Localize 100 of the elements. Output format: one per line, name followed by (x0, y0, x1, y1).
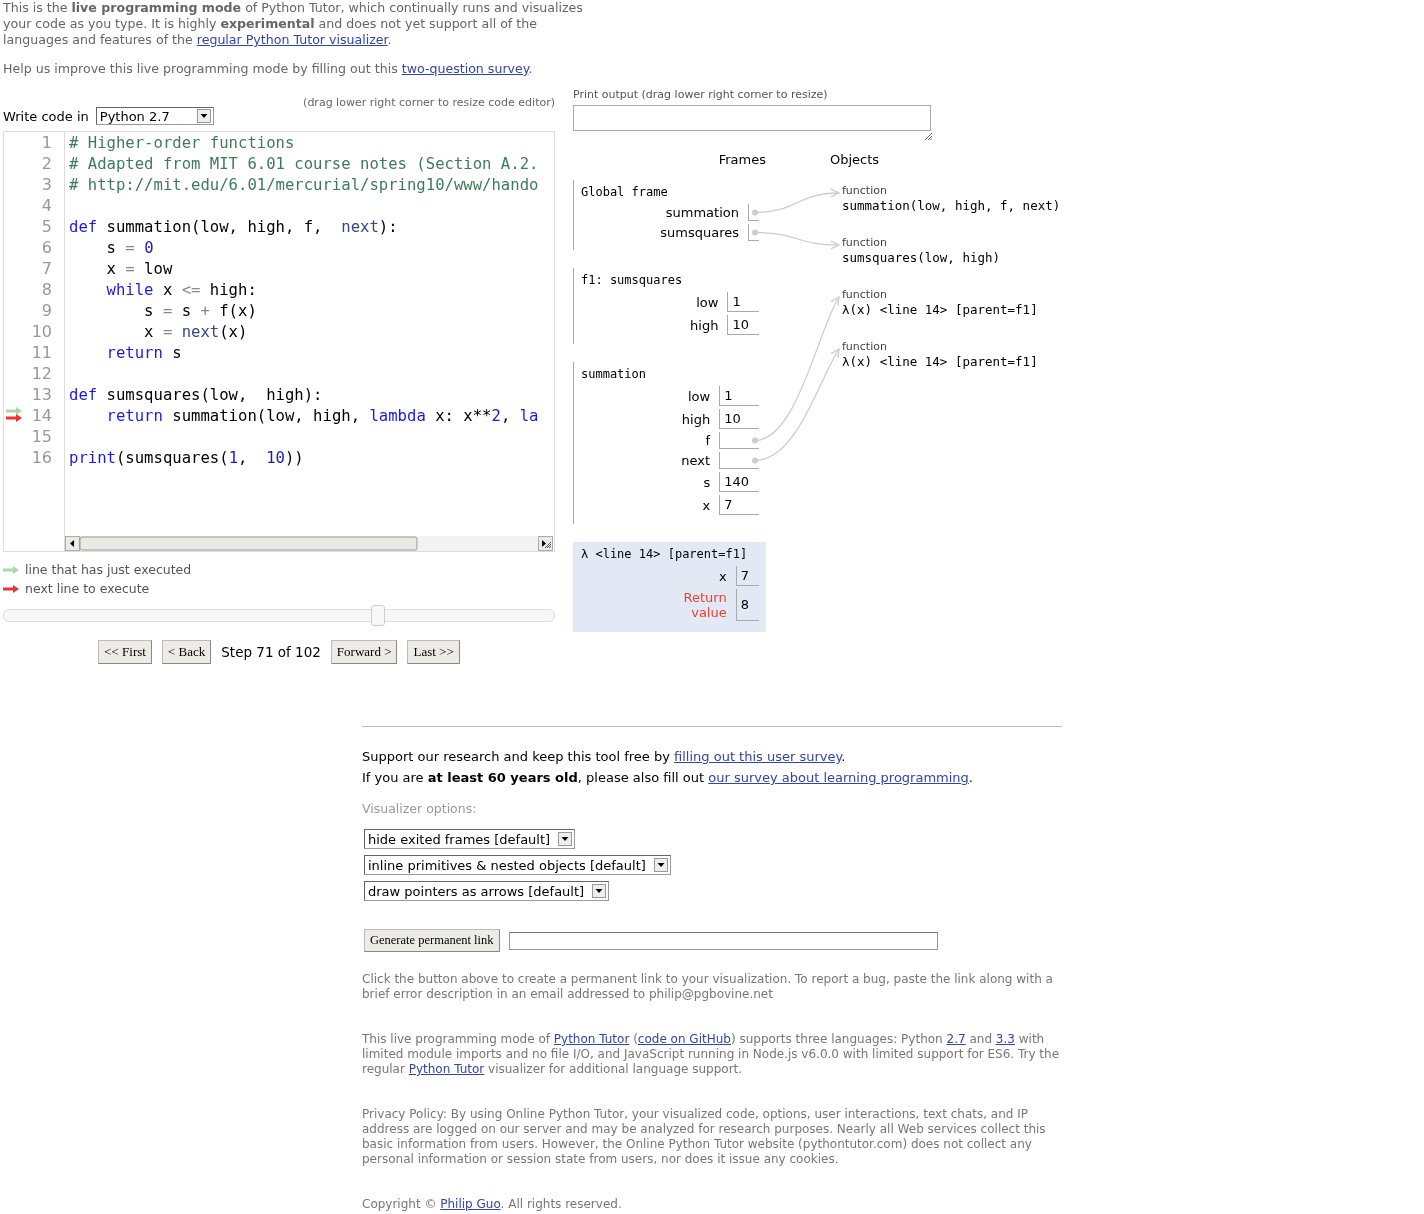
nav-button[interactable]: Forward > (330, 640, 398, 664)
code-line: # Higher-order functions (69, 133, 295, 152)
legend-text: line that has just executed (25, 562, 192, 577)
object-type: function (842, 236, 888, 250)
link[interactable]: Philip Guo (440, 1197, 501, 1211)
line-number: 2 (40, 154, 53, 173)
line-number: 3 (40, 175, 53, 194)
arrow-icon (3, 584, 20, 593)
caret-icon (196, 109, 211, 123)
object-type: function (842, 288, 888, 302)
object-label: λ(x) <line 14> [parent=f1] (842, 354, 1039, 370)
link[interactable]: 2.7 (946, 1032, 966, 1046)
variable-name: low (687, 388, 711, 404)
variable-name: high (681, 411, 711, 427)
link[interactable]: Python Tutor (408, 1062, 485, 1076)
line-number: 9 (40, 301, 53, 320)
object-label: λ(x) <line 14> [parent=f1] (842, 302, 1039, 318)
object-type: function (842, 184, 888, 198)
paragraph: Copyright © Philip Guo. All rights reserved. (362, 1197, 623, 1212)
frame-title: summation (581, 367, 648, 381)
code-line: x = next(x) (143, 322, 248, 341)
column-header: Objects (830, 152, 880, 167)
paragraph: If you are at least 60 years old, please also fill out our survey about learning programming. (362, 769, 974, 787)
line-number: 13 (30, 385, 53, 404)
paragraph: Support our research and keep this tool free by filling out this user survey. (362, 748, 847, 766)
code-line: # Adapted from MIT 6.01 course notes (Section A.2. (69, 154, 539, 173)
variable-name: next (681, 453, 711, 468)
link[interactable]: our survey about learning programming (708, 770, 969, 785)
code-line: def summation(low, high, f, next): (69, 217, 398, 236)
line-number: 14 (30, 406, 53, 425)
print-output-field[interactable] (573, 105, 931, 131)
line-number: 5 (40, 217, 53, 236)
value-cell: 10 (719, 409, 759, 429)
paragraph: This live programming mode of Python Tutor (code on GitHub) supports three languages: Python 2.7 and 3.3 with limited module imports and no file I/O, and JavaScript running in Node.js v6.0.0 with limited support for ES6. Try the regular Python Tutor visualizer for additional language support. (362, 1032, 1061, 1077)
variable-name: low (696, 294, 719, 310)
value-cell: 140 (719, 472, 759, 492)
nav-button[interactable]: << First (98, 640, 152, 664)
link[interactable]: Python Tutor (553, 1032, 630, 1046)
object-label: summation(low, high, f, next) (842, 198, 1061, 214)
object-type: function (842, 340, 888, 354)
dropdown[interactable]: draw pointers as arrows [default] (364, 881, 610, 901)
code-line: s = 0 (105, 238, 154, 257)
value-cell: 10 (727, 315, 759, 335)
column-header: Frames (717, 152, 766, 167)
variable-name: x (719, 568, 727, 584)
link[interactable]: code on GitHub (637, 1032, 731, 1046)
variable-name: sumsquares (660, 225, 739, 240)
resize-handle-icon (925, 133, 932, 140)
line-number: 1 (40, 133, 53, 152)
frame-title: f1: sumsquares (581, 273, 684, 287)
code-line: print(sumsquares(1, 10)) (69, 448, 304, 467)
code-line: x = low (105, 259, 173, 278)
variable-name: Return value (682, 590, 727, 620)
paragraph: Privacy Policy: By using Online Python Tutor, your visualized code, options, user interactions, text chats, and IP address are logged on our server and may be analyzed for research purposes. Nearly all Web services collect this basic information from users. However, the Online Python Tutor website (pythontutor.com) does not collect any personal information or session state from users, nor does it issue any cookies. (362, 1107, 1047, 1167)
line-number: 8 (40, 280, 53, 299)
variable-name: summation (665, 205, 739, 220)
link[interactable]: regular Python Tutor visualizer (196, 32, 388, 47)
code-line: s = s + f(x) (143, 301, 257, 320)
object-label: sumsquares(low, high) (842, 250, 1002, 266)
intro-paragraph: Help us improve this live programming mode by filling out this two-question survey. (3, 61, 534, 77)
nav-button[interactable]: Last >> (407, 640, 460, 664)
code-line: return summation(low, high, lambda x: x**2, la (105, 406, 539, 425)
line-number: 15 (30, 427, 53, 446)
frame-title: λ <line 14> [parent=f1] (581, 547, 749, 561)
code-editor[interactable] (3, 131, 555, 552)
link[interactable]: 3.3 (995, 1032, 1015, 1046)
line-number: 4 (40, 196, 53, 215)
generate-link-button[interactable]: Generate permanent link (364, 929, 500, 952)
line-number: 11 (30, 343, 53, 362)
value-cell: 7 (719, 495, 759, 515)
value-cell: 8 (735, 589, 759, 621)
dropdown[interactable]: hide exited frames [default] (364, 829, 576, 849)
code-line: # http://mit.edu/6.01/mercurial/spring10/www/hando (69, 175, 539, 194)
legend-text: next line to execute (25, 581, 150, 596)
intro-paragraph: This is the live programming mode of Python Tutor, which continually runs and visualizes your code as you type. It is highly experimental and does not yet support all of the languages and features of the regular Python Tutor visualizer. (3, 0, 584, 48)
caret-icon (653, 858, 668, 872)
value-cell: 7 (735, 566, 759, 586)
hint-text: (drag lower right corner to resize code editor) (303, 96, 555, 109)
paragraph: Click the button above to create a permanent link to your visualization. To report a bug, paste the link along with a brief error description in an email addressed to philip@pgbovine.net (362, 972, 1054, 1002)
variable-name: s (703, 474, 711, 490)
variable-name: x (702, 497, 711, 513)
permalink-field[interactable] (508, 931, 938, 950)
code-line: def sumsquares(low, high): (69, 385, 323, 404)
caret-icon (592, 884, 607, 898)
line-number: 12 (30, 364, 53, 383)
nav-button[interactable]: < Back (161, 640, 212, 664)
line-number: 6 (40, 238, 53, 257)
code-line: while x <= high: (105, 280, 257, 299)
label: Visualizer options: (362, 801, 478, 816)
frame-title: Global frame (581, 185, 669, 199)
caret-icon (558, 832, 573, 846)
dropdown[interactable]: inline primitives & nested objects [default] (364, 855, 671, 875)
slider-thumb[interactable] (371, 605, 385, 626)
code-line: return s (105, 343, 182, 362)
line-number: 16 (30, 448, 53, 467)
step-counter: Step 71 of 102 (221, 644, 321, 660)
variable-name: f (705, 433, 711, 448)
line-number: 7 (40, 259, 53, 278)
label: Write code in (3, 108, 89, 124)
dropdown[interactable]: Python 2.7 (95, 107, 214, 125)
